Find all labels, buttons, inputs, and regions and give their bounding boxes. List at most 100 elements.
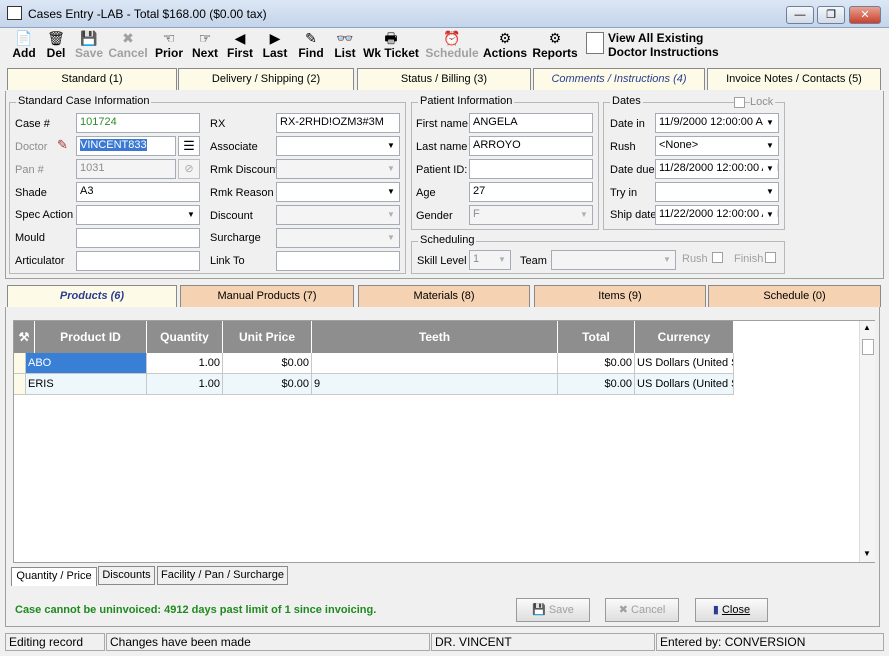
finish-checkbox[interactable] xyxy=(765,252,776,263)
pan-field[interactable]: 1031 xyxy=(76,159,176,179)
rx-field[interactable]: RX-2RHD!OZM3#3M xyxy=(276,113,400,133)
date-due-field[interactable]: 11/28/2000 12:00:00 AM ▼ xyxy=(655,159,779,179)
col-unit-price[interactable]: Unit Price xyxy=(223,321,312,353)
col-product-id[interactable]: Product ID xyxy=(35,321,147,353)
cell-teeth[interactable]: 9 xyxy=(312,374,558,395)
products-grid: ⚒ Product ID Quantity Unit Price Teeth T… xyxy=(13,320,875,563)
cell-product-id[interactable]: ERIS xyxy=(26,374,147,395)
associate-select[interactable]: ▼ xyxy=(276,136,400,156)
scroll-up-icon[interactable]: ▲ xyxy=(863,323,871,332)
wk-ticket-button[interactable]: 🖶 Wk Ticket xyxy=(362,30,420,62)
tab-products[interactable]: Products (6) xyxy=(7,285,177,307)
subtab-quantity-price[interactable]: Quantity / Price xyxy=(11,567,97,586)
next-hand-icon: ☞ xyxy=(198,30,212,46)
prior-label: Prior xyxy=(154,46,183,60)
try-in-field[interactable]: ▼ xyxy=(655,182,779,202)
cell-currency[interactable]: US Dollars (United States) xyxy=(635,374,734,395)
cell-quantity[interactable]: 1.00 xyxy=(147,374,223,395)
list-button[interactable]: 👓 List xyxy=(330,30,360,62)
scroll-thumb[interactable] xyxy=(862,339,874,355)
cell-unit-price[interactable]: $0.00 xyxy=(223,353,312,374)
last-name-field[interactable]: ARROYO xyxy=(469,136,593,156)
tab-schedule[interactable]: Schedule (0) xyxy=(708,285,881,307)
col-teeth[interactable]: Teeth xyxy=(312,321,558,353)
associate-label: Associate xyxy=(210,141,258,153)
tab-materials[interactable]: Materials (8) xyxy=(358,285,530,307)
patient-id-field[interactable] xyxy=(469,159,593,179)
save-button[interactable]: 💾 Save xyxy=(72,30,106,62)
tab-manual-products[interactable]: Manual Products (7) xyxy=(180,285,354,307)
cell-teeth[interactable] xyxy=(312,353,558,374)
close-window-button[interactable]: ✕ xyxy=(849,6,881,24)
subtab-discounts[interactable]: Discounts xyxy=(98,566,155,585)
date-in-field[interactable]: 11/9/2000 12:00:00 AM ▼ xyxy=(655,113,779,133)
cell-product-id[interactable]: ABO xyxy=(26,353,147,374)
first-button[interactable]: ◀ First xyxy=(224,30,256,62)
close-label: Close xyxy=(721,604,751,616)
next-button[interactable]: ☞ Next xyxy=(188,30,222,62)
case-number-field[interactable]: 101724 xyxy=(76,113,200,133)
cell-total[interactable]: $0.00 xyxy=(558,353,635,374)
maximize-button[interactable]: ❐ xyxy=(817,6,845,24)
row-selector[interactable] xyxy=(14,374,26,395)
bottom-close-button[interactable]: ▮ Close xyxy=(695,598,768,622)
add-button[interactable]: 📄 Add xyxy=(8,30,40,62)
tab-items[interactable]: Items (9) xyxy=(534,285,706,307)
team-select[interactable]: ▼ xyxy=(551,250,676,270)
sched-rush-checkbox[interactable] xyxy=(712,252,723,263)
schedule-button[interactable]: ⏰ Schedule xyxy=(423,30,481,62)
rmk-discount-select[interactable]: ▼ xyxy=(276,159,400,179)
cell-quantity[interactable]: 1.00 xyxy=(147,353,223,374)
cell-total[interactable]: $0.00 xyxy=(558,374,635,395)
lock-checkbox[interactable] xyxy=(734,97,745,108)
cancel-label: Cancel xyxy=(631,604,666,616)
doctor-pick-icon[interactable]: ✎ xyxy=(57,137,68,153)
gender-select[interactable]: F ▼ xyxy=(469,205,593,225)
ship-date-field[interactable]: 11/22/2000 12:00:00 AM ▼ xyxy=(655,205,779,225)
top-tab-row: Standard (1) Delivery / Shipping (2) Sta… xyxy=(0,68,889,92)
doctor-field[interactable]: VINCENT833 xyxy=(76,136,176,156)
tab-comments-instructions[interactable]: Comments / Instructions (4) xyxy=(533,68,705,90)
first-name-field[interactable]: ANGELA xyxy=(469,113,593,133)
surcharge-select[interactable]: ▼ xyxy=(276,228,400,248)
articulator-field[interactable] xyxy=(76,251,200,271)
subtab-facility-pan-surcharge[interactable]: Facility / Pan / Surcharge xyxy=(157,566,288,585)
view-instructions-link[interactable]: View All Existing Doctor Instructions xyxy=(608,31,719,59)
doctor-list-icon[interactable]: ☰ xyxy=(178,136,200,156)
bottom-cancel-button[interactable]: ✖ Cancel xyxy=(605,598,679,622)
spec-action-select[interactable]: ▼ xyxy=(76,205,200,225)
last-button[interactable]: ▶ Last xyxy=(258,30,292,62)
skill-level-value: 1 xyxy=(473,253,480,265)
reports-button[interactable]: ⚙ Reports xyxy=(531,30,579,62)
bottom-save-button[interactable]: 💾 Save xyxy=(516,598,590,622)
link-to-field[interactable] xyxy=(276,251,400,271)
tab-standard[interactable]: Standard (1) xyxy=(7,68,177,90)
cell-currency[interactable]: US Dollars (United States) xyxy=(635,353,734,374)
cancel-button[interactable]: ✖ Cancel xyxy=(107,30,149,62)
age-field[interactable]: 27 xyxy=(469,182,593,202)
prior-button[interactable]: ☜ Prior xyxy=(152,30,186,62)
col-total[interactable]: Total xyxy=(558,321,635,353)
skill-level-select[interactable]: 1 ▼ xyxy=(469,250,511,270)
rmk-reason-select[interactable]: ▼ xyxy=(276,182,400,202)
row-selector[interactable] xyxy=(14,353,26,374)
find-button[interactable]: ✎ Find xyxy=(295,30,327,62)
pan-lookup-icon[interactable]: ⊘ xyxy=(178,159,200,179)
mould-field[interactable] xyxy=(76,228,200,248)
minimize-button[interactable]: — xyxy=(786,6,814,24)
col-quantity[interactable]: Quantity xyxy=(147,321,223,353)
del-button[interactable]: 🗑 Del xyxy=(42,30,70,62)
tab-delivery-shipping[interactable]: Delivery / Shipping (2) xyxy=(178,68,354,90)
col-currency[interactable]: Currency xyxy=(635,321,734,353)
shade-field[interactable]: A3 xyxy=(76,182,200,202)
tab-status-billing[interactable]: Status / Billing (3) xyxy=(357,68,531,90)
schedule-label: Schedule xyxy=(425,46,479,60)
scroll-down-icon[interactable]: ▼ xyxy=(863,549,871,558)
actions-button[interactable]: ⚙ Actions xyxy=(482,30,528,62)
grid-scrollbar[interactable]: ▲ ▼ xyxy=(859,321,875,562)
grid-tools-icon[interactable]: ⚒ xyxy=(14,321,35,353)
discount-select[interactable]: ▼ xyxy=(276,205,400,225)
tab-invoice-notes[interactable]: Invoice Notes / Contacts (5) xyxy=(707,68,881,90)
cell-unit-price[interactable]: $0.00 xyxy=(223,374,312,395)
rush-select[interactable]: <None> ▼ xyxy=(655,136,779,156)
